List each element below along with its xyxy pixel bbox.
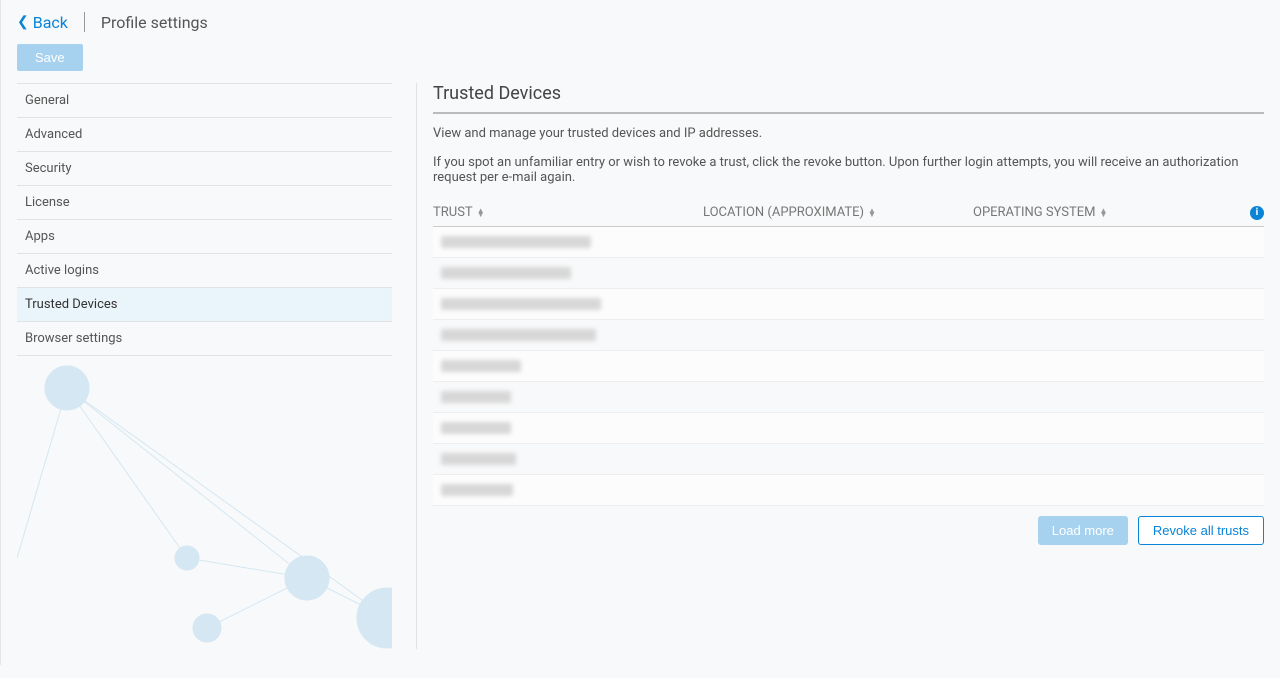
- table-row[interactable]: [433, 227, 1264, 258]
- sort-icon: ▲▼: [868, 209, 876, 217]
- section-title: Trusted Devices: [433, 83, 1264, 114]
- table-row[interactable]: [433, 475, 1264, 506]
- redacted-value: [441, 236, 591, 248]
- back-label: Back: [33, 13, 68, 32]
- back-link[interactable]: ❮ Back: [17, 13, 68, 32]
- chevron-left-icon: ❮: [17, 15, 29, 29]
- redacted-value: [441, 453, 516, 465]
- table-row[interactable]: [433, 413, 1264, 444]
- sidebar-item-advanced[interactable]: Advanced: [17, 118, 392, 152]
- redacted-value: [441, 391, 511, 403]
- sidebar-item-general[interactable]: General: [17, 84, 392, 118]
- divider: [84, 12, 85, 32]
- column-header-os[interactable]: OPERATING SYSTEM ▲▼: [973, 205, 1240, 220]
- trusted-devices-table: TRUST ▲▼ LOCATION (APPROXIMATE) ▲▼ OPERA…: [433, 205, 1264, 506]
- redacted-value: [441, 484, 513, 496]
- column-header-trust[interactable]: TRUST ▲▼: [433, 205, 703, 220]
- save-button[interactable]: Save: [17, 44, 83, 71]
- redacted-value: [441, 267, 571, 279]
- table-row[interactable]: [433, 258, 1264, 289]
- table-row[interactable]: [433, 444, 1264, 475]
- table-row[interactable]: [433, 351, 1264, 382]
- table-row[interactable]: [433, 289, 1264, 320]
- section-description-1: View and manage your trusted devices and…: [433, 126, 1264, 141]
- info-icon[interactable]: i: [1250, 206, 1264, 220]
- page-title: Profile settings: [101, 13, 208, 32]
- section-description-2: If you spot an unfamiliar entry or wish …: [433, 155, 1264, 185]
- table-row[interactable]: [433, 320, 1264, 351]
- revoke-all-button[interactable]: Revoke all trusts: [1138, 516, 1264, 545]
- redacted-value: [441, 360, 521, 372]
- column-header-location[interactable]: LOCATION (APPROXIMATE) ▲▼: [703, 205, 973, 220]
- redacted-value: [441, 422, 511, 434]
- sidebar-item-security[interactable]: Security: [17, 152, 392, 186]
- sort-icon: ▲▼: [477, 209, 485, 217]
- decorative-graph-icon: [17, 358, 392, 678]
- sidebar-item-apps[interactable]: Apps: [17, 220, 392, 254]
- sidebar-item-license[interactable]: License: [17, 186, 392, 220]
- load-more-button[interactable]: Load more: [1038, 516, 1128, 545]
- content-panel: Trusted Devices View and manage your tru…: [416, 83, 1264, 649]
- sidebar-item-trusted-devices[interactable]: Trusted Devices: [17, 288, 392, 322]
- sidebar-item-active-logins[interactable]: Active logins: [17, 254, 392, 288]
- redacted-value: [441, 329, 596, 341]
- sidebar: GeneralAdvancedSecurityLicenseAppsActive…: [17, 83, 392, 649]
- sort-icon: ▲▼: [1100, 209, 1108, 217]
- redacted-value: [441, 298, 601, 310]
- table-row[interactable]: [433, 382, 1264, 413]
- sidebar-item-browser-settings[interactable]: Browser settings: [17, 322, 392, 356]
